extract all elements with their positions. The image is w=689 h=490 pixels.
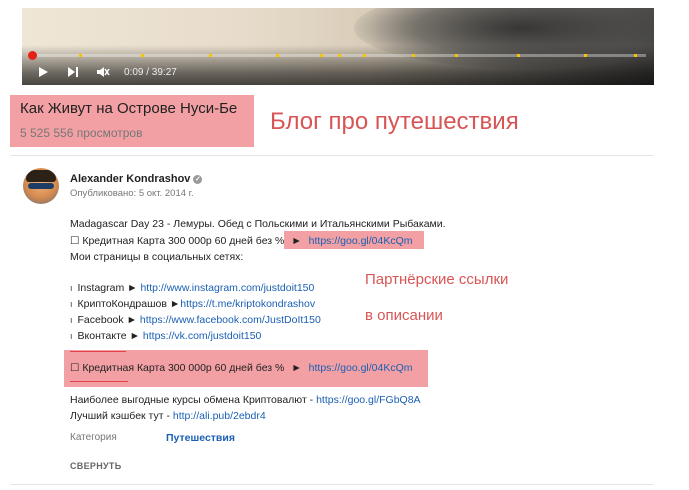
publish-date: Опубликовано: 5 окт. 2014 г. <box>70 188 194 199</box>
crypto-text: Наиболее выгодные курсы обмена Криптовал… <box>70 394 314 406</box>
progress-bar[interactable] <box>28 51 646 60</box>
arrow-icon: ► <box>169 298 181 310</box>
credit-card-text: ☐ Кредитная Карта 300 000р 60 дней без % <box>70 235 285 247</box>
bullet-icon: ı <box>70 299 73 309</box>
title-highlight: Как Живут на Острове Нуси-Бе 5 525 556 п… <box>10 95 254 147</box>
ad-marker <box>140 54 144 57</box>
ad-marker <box>633 54 637 57</box>
credit-card-line-1: ☐ Кредитная Карта 300 000р 60 дней без %… <box>70 235 413 247</box>
social-name: Facebook <box>77 314 124 326</box>
divider <box>10 155 654 156</box>
cashback-text: Лучший кэшбек тут - <box>70 410 170 422</box>
ad-marker <box>362 54 366 57</box>
bullet-icon: ı <box>70 331 73 341</box>
ad-marker <box>276 54 280 57</box>
credit-card-text: ☐ Кредитная Карта 300 000р 60 дней без % <box>70 362 285 374</box>
ad-marker <box>338 54 341 57</box>
time-display: 0:09 / 39:27 <box>124 66 177 78</box>
video-player[interactable]: 0:09 / 39:27 <box>22 8 654 85</box>
play-icon[interactable] <box>34 64 52 80</box>
cashback-link[interactable]: http://ali.pub/2ebdr4 <box>173 410 266 422</box>
credit-card-link[interactable]: https://goo.gl/04KcQm <box>309 235 413 247</box>
description-line-1: Madagascar Day 23 - Лемуры. Обед с Польс… <box>70 218 446 230</box>
partner-annotation-2: в описании <box>365 307 443 324</box>
view-count: 5 525 556 просмотров <box>20 126 143 140</box>
social-name: Instagram <box>77 282 125 294</box>
ad-marker <box>411 54 415 57</box>
channel-name-row[interactable]: Alexander Kondrashov ✓ <box>70 173 203 185</box>
ad-marker <box>319 54 323 57</box>
avatar-glasses <box>28 183 54 189</box>
cashback-line: Лучший кэшбек тут - http://ali.pub/2ebdr… <box>70 410 266 422</box>
volume-muted-icon[interactable] <box>94 64 112 80</box>
social-heading: Мои страницы в социальных сетях: <box>70 251 244 263</box>
player-controls: 0:09 / 39:27 <box>34 64 177 80</box>
social-name: Вконтакте <box>77 330 127 342</box>
verified-icon: ✓ <box>193 175 203 184</box>
ad-marker <box>79 54 83 57</box>
category-link[interactable]: Путешествия <box>166 432 235 444</box>
blog-annotation: Блог про путешествия <box>270 108 519 135</box>
social-link[interactable]: http://www.instagram.com/justdoit150 <box>140 282 314 294</box>
arrow-icon: ► <box>126 314 137 326</box>
bullet-icon: ı <box>70 283 73 293</box>
arrow-icon: ► <box>129 330 140 342</box>
arrow-icon: ► <box>291 362 302 374</box>
social-link[interactable]: https://www.facebook.com/JustDoIt150 <box>140 314 321 326</box>
ad-marker <box>516 54 520 57</box>
ad-marker <box>584 54 588 57</box>
ad-marker <box>208 54 212 57</box>
social-item-facebook: ı Facebook ► https://www.facebook.com/Jus… <box>70 314 321 326</box>
bullet-icon: ı <box>70 315 73 325</box>
collapse-button[interactable]: СВЕРНУТЬ <box>70 461 121 471</box>
credit-card-line-2: ☐ Кредитная Карта 300 000р 60 дней без %… <box>70 362 413 374</box>
social-link[interactable]: https://vk.com/justdoit150 <box>143 330 261 342</box>
credit-card-link[interactable]: https://goo.gl/04KcQm <box>309 362 413 374</box>
social-item-instagram: ı Instagram ► http://www.instagram.com/ju… <box>70 282 314 294</box>
social-item-vk: ı Вконтакте ► https://vk.com/justdoit150 <box>70 330 261 342</box>
channel-name[interactable]: Alexander Kondrashov <box>70 173 190 185</box>
arrow-icon: ► <box>291 235 302 247</box>
separator-line <box>70 381 128 382</box>
divider <box>10 484 654 485</box>
avatar-hair <box>26 170 56 182</box>
ad-marker <box>455 54 459 57</box>
category-label: Категория <box>70 432 117 443</box>
video-title: Как Живут на Острове Нуси-Бе <box>20 100 238 117</box>
social-name: КриптоКондрашов <box>77 298 167 310</box>
avatar[interactable] <box>23 168 59 204</box>
social-link[interactable]: https://t.me/kriptokondrashov <box>180 298 315 310</box>
crypto-link[interactable]: https://goo.gl/FGbQ8A <box>316 394 420 406</box>
partner-annotation-1: Партнёрские ссылки <box>365 271 509 288</box>
social-item-telegram: ı КриптоКондрашов ►https://t.me/kriptokon… <box>70 298 315 310</box>
next-icon[interactable] <box>64 64 82 80</box>
arrow-icon: ► <box>127 282 138 294</box>
crypto-line: Наиболее выгодные курсы обмена Криптовал… <box>70 394 421 406</box>
separator-line <box>70 351 126 352</box>
